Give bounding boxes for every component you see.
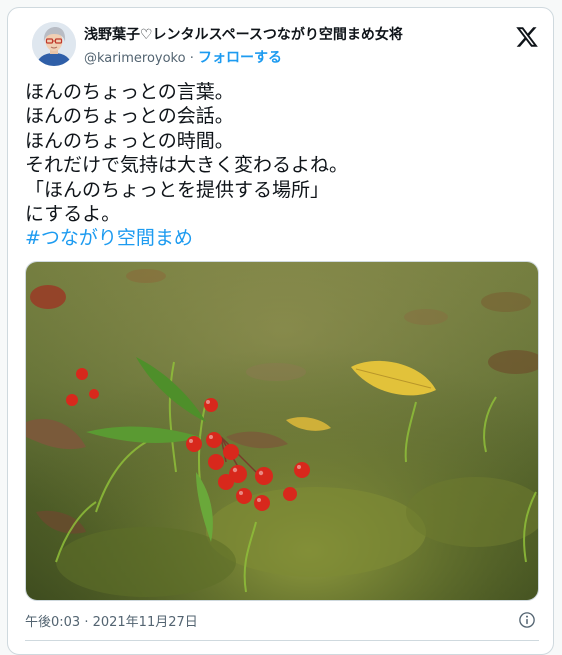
hashtag-link[interactable]: #つながり空間まめ	[25, 226, 535, 250]
handle-separator: ·	[189, 51, 194, 66]
tweet-text-line: ほんのちょっとの言葉。	[25, 81, 234, 103]
author-handle-row: @karimeroyoko · フォローする	[84, 47, 282, 67]
tweet-text-line: ほんのちょっとの会話。	[25, 105, 234, 128]
divider	[25, 640, 539, 641]
tweet-text: ほんのちょっとの言葉。 ほんのちょっとの会話。 ほんのちょっとの時間。 それだけ…	[25, 80, 535, 251]
tweet-timestamp[interactable]: 午後0:03 · 2021年11月27日	[25, 611, 198, 630]
tweet-text-line: にするよ。	[25, 203, 121, 226]
tweet-text-line: それだけで気持は大きく変わるよね。	[25, 154, 349, 177]
tweet-text-line: 「ほんのちょっとを提供する場所」	[25, 178, 330, 201]
photo-red-berries-on-moss	[26, 262, 538, 600]
author-handle[interactable]: @karimeroyoko	[84, 51, 186, 66]
avatar[interactable]	[32, 22, 76, 66]
avatar-image	[32, 22, 76, 66]
x-logo-icon[interactable]	[515, 25, 539, 49]
info-icon[interactable]	[518, 611, 536, 629]
tweet-text-line: ほんのちょっとの時間。	[25, 129, 234, 152]
tweet-photo[interactable]	[25, 261, 539, 601]
tweet-card: 浅野葉子♡レンタルスペースつながり空間まめ女将 @karimeroyoko · …	[7, 7, 554, 655]
author-display-name[interactable]: 浅野葉子♡レンタルスペースつながり空間まめ女将	[84, 24, 403, 44]
follow-button[interactable]: フォローする	[198, 50, 282, 66]
